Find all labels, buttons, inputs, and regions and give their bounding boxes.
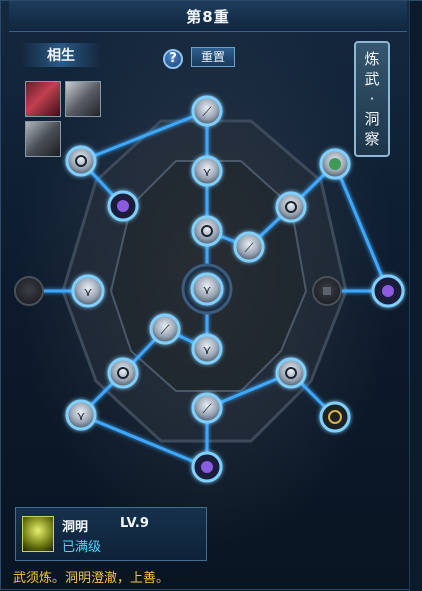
skill-node[interactable]: ⋎: [191, 155, 223, 187]
title-bar: 第8重: [9, 1, 407, 32]
lianwu-dongcha-button[interactable]: 炼 武 · 洞 察: [354, 41, 390, 157]
skill-node[interactable]: ⋎: [71, 274, 105, 308]
svg-text:⋎: ⋎: [77, 409, 86, 423]
svg-text:⟋: ⟋: [202, 402, 212, 417]
skill-node[interactable]: [107, 357, 139, 389]
skill-level: LV.9: [120, 516, 149, 531]
skill-graph: ⟋ ⋎ ⟋ ⋎ ⋎ ⟋ ⋎ ⟋ ⋎: [14, 95, 405, 483]
svg-text:⋎: ⋎: [203, 165, 212, 179]
svg-text:⋎: ⋎: [84, 285, 93, 299]
skill-name: 洞明: [62, 520, 89, 535]
book-icon[interactable]: [25, 81, 61, 117]
core-node[interactable]: ⋎: [181, 263, 233, 315]
skill-node[interactable]: ⟋: [149, 313, 181, 345]
skill-portrait-icon: [22, 516, 54, 552]
side-button-char-4: 洞: [364, 110, 380, 128]
skill-node[interactable]: ⟋: [233, 231, 265, 263]
side-button-char-5: 察: [364, 130, 380, 148]
tab-xiangsheng-label: 相生: [47, 48, 75, 64]
skill-node[interactable]: [65, 145, 97, 177]
skill-node[interactable]: ⟋: [191, 392, 223, 424]
scrollbar[interactable]: [409, 1, 422, 591]
skill-node[interactable]: [191, 451, 223, 483]
skill-node[interactable]: [191, 215, 223, 247]
help-icon: ?: [169, 51, 177, 66]
skill-status: 已满级: [62, 540, 102, 555]
svg-text:⋎: ⋎: [203, 283, 212, 297]
skill-info-box: 洞明 LV.9 已满级: [15, 507, 207, 561]
svg-text:⟋: ⟋: [244, 241, 254, 256]
side-button-char-3: ·: [369, 90, 375, 108]
skill-node[interactable]: ⋎: [65, 399, 97, 431]
svg-text:⟋: ⟋: [202, 105, 212, 120]
skill-description: 武须炼。洞明澄澈，上善。: [13, 571, 170, 586]
skill-node[interactable]: [371, 274, 405, 308]
svg-text:⋎: ⋎: [203, 343, 212, 357]
armor-icon[interactable]: [25, 121, 61, 157]
skill-node[interactable]: [319, 148, 351, 180]
skill-node[interactable]: [275, 191, 307, 223]
skill-panel: 第8重 ⟋ ⋎ ⟋ ⋎ ⋎ ⟋ ⋎ ⟋ ⋎ 相生 ? 重置 炼 武 · 洞 察 …: [0, 0, 422, 591]
skill-node[interactable]: [319, 401, 351, 433]
lock-node: [312, 276, 342, 306]
claw-weapon-icon[interactable]: [65, 81, 101, 117]
skill-node[interactable]: [275, 357, 307, 389]
help-button[interactable]: ?: [163, 49, 183, 69]
panel-title: 第8重: [186, 7, 230, 26]
side-button-char-2: 武: [364, 70, 380, 88]
side-button-char-1: 炼: [364, 50, 380, 68]
reset-button[interactable]: 重置: [191, 47, 235, 67]
skill-node[interactable]: ⟋: [191, 95, 223, 127]
skill-node[interactable]: [107, 190, 139, 222]
skill-node[interactable]: ⋎: [191, 333, 223, 365]
svg-text:⟋: ⟋: [160, 323, 170, 338]
tab-xiangsheng[interactable]: 相生: [21, 43, 101, 67]
lock-node: [14, 276, 44, 306]
